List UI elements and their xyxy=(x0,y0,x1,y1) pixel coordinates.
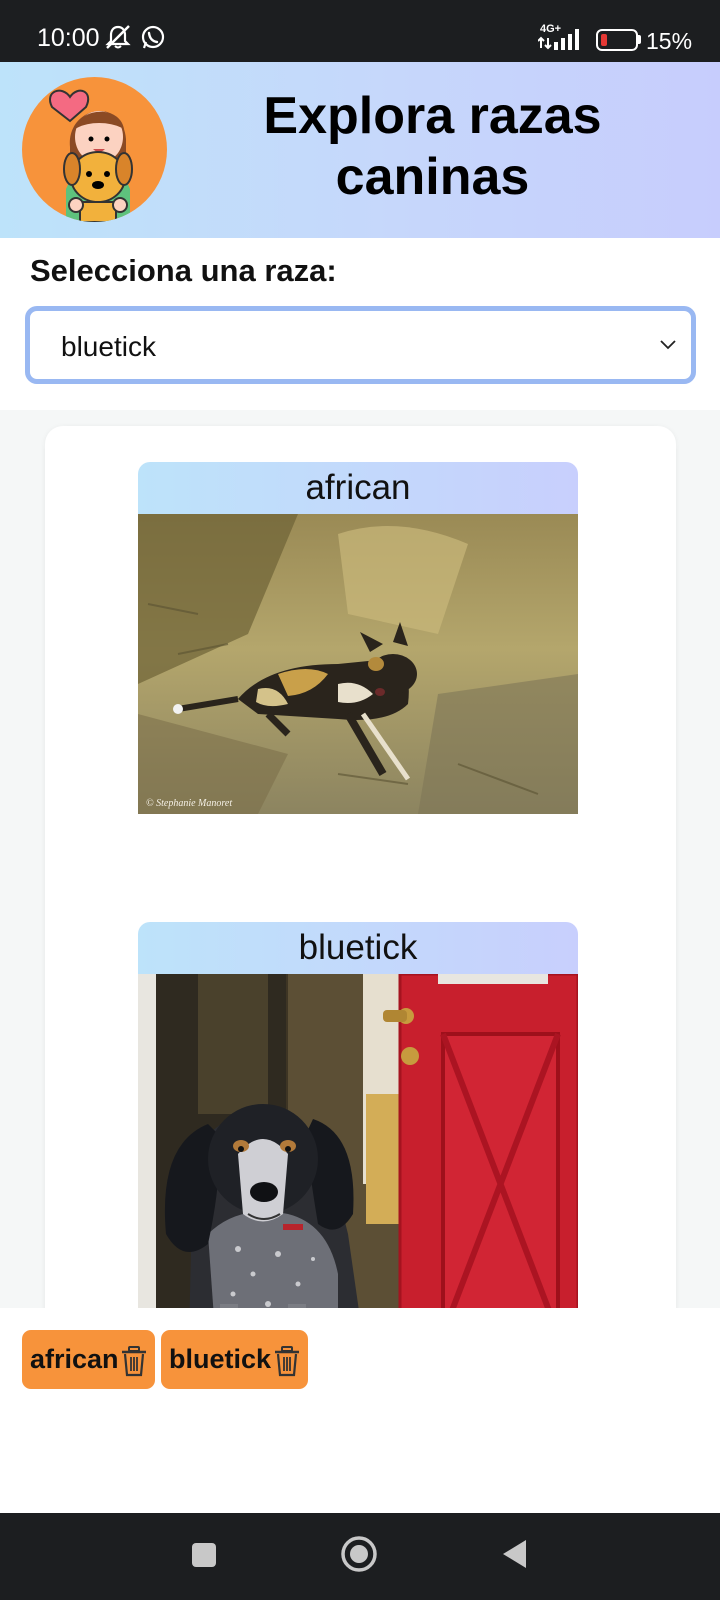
system-nav-bar xyxy=(0,1513,720,1600)
clock: 10:00 xyxy=(37,24,100,52)
breed-select-value: bluetick xyxy=(61,331,156,362)
chip-label: african xyxy=(30,1344,119,1374)
gallery-card: african © Stephanie Manoret bluetick xyxy=(45,426,676,1308)
dog-card-title: bluetick xyxy=(138,922,578,974)
battery-percent: 15% xyxy=(646,28,693,54)
whatsapp-icon xyxy=(140,22,166,57)
chevron-down-icon xyxy=(659,337,677,356)
app-header: Explora razas caninas xyxy=(0,62,720,238)
trash-icon[interactable] xyxy=(120,1345,148,1377)
african-wild-dog-photo: © Stephanie Manoret xyxy=(138,514,578,814)
mute-icon xyxy=(103,22,133,57)
status-bar: 10:00 4G+ 15% xyxy=(0,0,720,62)
home-button[interactable] xyxy=(340,1535,378,1573)
recents-button[interactable] xyxy=(190,1541,218,1569)
signal-icon xyxy=(537,26,586,57)
dog-card-title: african xyxy=(138,462,578,514)
chip-label: bluetick xyxy=(169,1344,272,1374)
dog-card-bluetick: bluetick xyxy=(138,922,578,1308)
breed-select[interactable]: bluetick xyxy=(25,306,696,384)
page-title: Explora razas caninas xyxy=(263,87,602,206)
gallery-area[interactable]: african © Stephanie Manoret bluetick xyxy=(0,410,720,1308)
photo-credit: © Stephanie Manoret xyxy=(146,798,232,809)
chip-bluetick[interactable]: bluetick xyxy=(161,1330,308,1389)
chip-african[interactable]: african xyxy=(22,1330,155,1389)
girl-with-dog-icon xyxy=(22,77,167,222)
dog-card-african: african © Stephanie Manoret xyxy=(138,462,578,814)
bluetick-dog-photo xyxy=(138,974,578,1308)
select-label: Selecciona una raza: xyxy=(30,253,337,288)
trash-icon[interactable] xyxy=(273,1345,301,1377)
battery-icon xyxy=(596,29,638,51)
back-button[interactable] xyxy=(500,1538,530,1570)
